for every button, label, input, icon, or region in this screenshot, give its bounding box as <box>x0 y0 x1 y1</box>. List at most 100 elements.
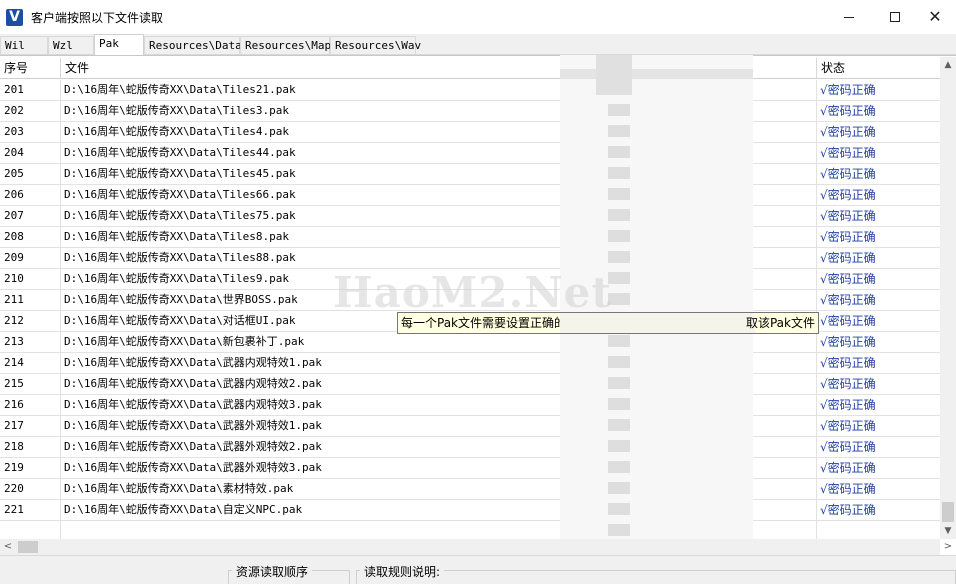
obscured-cell <box>608 230 630 242</box>
row-status: √密码正确 <box>820 209 876 223</box>
row-file-path: D:\16周年\蛇版传奇XX\Data\Tiles21.pak <box>64 83 296 96</box>
vertical-scroll-thumb[interactable] <box>942 502 954 522</box>
table-row[interactable]: 219 D:\16周年\蛇版传奇XX\Data\武器外观特效3.pak √密码正确 <box>0 458 940 479</box>
row-status: √密码正确 <box>820 398 876 412</box>
table-row[interactable]: 214 D:\16周年\蛇版传奇XX\Data\武器内观特效1.pak √密码正确 <box>0 353 940 374</box>
obscured-cell <box>608 209 630 221</box>
table-row[interactable]: 201 D:\16周年\蛇版传奇XX\Data\Tiles21.pak √密码正确 <box>0 80 940 101</box>
row-status: √密码正确 <box>820 314 876 328</box>
row-file-path: D:\16周年\蛇版传奇XX\Data\武器外观特效2.pak <box>64 440 322 453</box>
vertical-scrollbar[interactable]: ▲ ▼ <box>940 57 956 539</box>
minimize-icon <box>844 16 854 18</box>
tab-wil[interactable]: Wil <box>0 36 48 54</box>
row-file-path: D:\16周年\蛇版传奇XX\Data\自定义NPC.pak <box>64 503 303 516</box>
row-file-path: D:\16周年\蛇版传奇XX\Data\Tiles45.pak <box>64 167 296 180</box>
table-row[interactable]: 215 D:\16周年\蛇版传奇XX\Data\武器内观特效2.pak √密码正确 <box>0 374 940 395</box>
app-icon: V <box>6 8 23 26</box>
row-number: 217 <box>4 419 24 432</box>
row-file-path: D:\16周年\蛇版传奇XX\Data\Tiles9.pak <box>64 272 289 285</box>
table-row[interactable]: 217 D:\16周年\蛇版传奇XX\Data\武器外观特效1.pak √密码正确 <box>0 416 940 437</box>
table-row[interactable]: 207 D:\16周年\蛇版传奇XX\Data\Tiles75.pak √密码正确 <box>0 206 940 227</box>
obscured-cell <box>608 335 630 347</box>
close-button[interactable]: ✕ <box>912 0 956 34</box>
row-file-path: D:\16周年\蛇版传奇XX\Data\Tiles3.pak <box>64 104 289 117</box>
row-status: √密码正确 <box>820 440 876 454</box>
row-status: √密码正确 <box>820 272 876 286</box>
table-row[interactable]: 218 D:\16周年\蛇版传奇XX\Data\武器外观特效2.pak √密码正确 <box>0 437 940 458</box>
scroll-down-icon[interactable]: ▼ <box>940 523 956 539</box>
obscured-cell <box>608 524 630 536</box>
row-file-path: D:\16周年\蛇版传奇XX\Data\武器外观特效1.pak <box>64 419 322 432</box>
table-row[interactable]: 220 D:\16周年\蛇版传奇XX\Data\素材特效.pak √密码正确 <box>0 479 940 500</box>
table-row[interactable]: 211 D:\16周年\蛇版传奇XX\Data\世界BOSS.pak √密码正确 <box>0 290 940 311</box>
obscured-block <box>596 55 632 95</box>
row-status: √密码正确 <box>820 461 876 475</box>
file-grid[interactable]: 序号 文件 状态 201 D:\16周年\蛇版传奇XX\Data\Tiles21.… <box>0 55 956 556</box>
row-status: √密码正确 <box>820 377 876 391</box>
row-status: √密码正确 <box>820 419 876 433</box>
tab-resources-data[interactable]: Resources\Data <box>144 36 242 54</box>
row-file-path: D:\16周年\蛇版传奇XX\Data\Tiles4.pak <box>64 125 289 138</box>
table-row[interactable]: 206 D:\16周年\蛇版传奇XX\Data\Tiles66.pak √密码正确 <box>0 185 940 206</box>
tab-pak[interactable]: Pak <box>94 34 144 55</box>
minimize-button[interactable] <box>826 0 872 34</box>
tab-wzl[interactable]: Wzl <box>48 36 94 54</box>
row-number: 207 <box>4 209 24 222</box>
row-file-path: D:\16周年\蛇版传奇XX\Data\素材特效.pak <box>64 482 294 495</box>
table-row[interactable]: 216 D:\16周年\蛇版传奇XX\Data\武器内观特效3.pak √密码正确 <box>0 395 940 416</box>
row-file-path: D:\16周年\蛇版传奇XX\Data\Tiles8.pak <box>64 230 289 243</box>
row-number: 214 <box>4 356 24 369</box>
row-number: 215 <box>4 377 24 390</box>
horizontal-scrollbar[interactable]: < > <box>0 539 952 555</box>
row-status: √密码正确 <box>820 335 876 349</box>
row-status: √密码正确 <box>820 188 876 202</box>
table-row[interactable]: 208 D:\16周年\蛇版传奇XX\Data\Tiles8.pak √密码正确 <box>0 227 940 248</box>
obscured-cell <box>608 104 630 116</box>
table-row[interactable]: 203 D:\16周年\蛇版传奇XX\Data\Tiles4.pak √密码正确 <box>0 122 940 143</box>
obscured-cell <box>608 356 630 368</box>
scroll-up-icon[interactable]: ▲ <box>940 57 956 73</box>
close-icon: ✕ <box>928 7 942 26</box>
table-row[interactable]: 209 D:\16周年\蛇版传奇XX\Data\Tiles88.pak √密码正确 <box>0 248 940 269</box>
scroll-left-icon[interactable]: < <box>0 539 16 555</box>
maximize-icon <box>890 12 900 22</box>
row-number: 216 <box>4 398 24 411</box>
obscured-cell <box>608 125 630 137</box>
table-row[interactable]: 221 D:\16周年\蛇版传奇XX\Data\自定义NPC.pak √密码正确 <box>0 500 940 521</box>
row-file-path: D:\16周年\蛇版传奇XX\Data\武器内观特效3.pak <box>64 398 322 411</box>
tab-bar: Wil Wzl Pak Resources\Data Resources\Map… <box>0 34 956 55</box>
tab-resources-wav[interactable]: Resources\Wav <box>330 36 421 54</box>
column-header-status[interactable]: 状态 <box>817 58 940 79</box>
row-number: 218 <box>4 440 24 453</box>
row-number: 213 <box>4 335 24 348</box>
tab-resources-map[interactable]: Resources\Map <box>240 36 331 54</box>
obscured-cell <box>608 482 630 494</box>
row-status: √密码正确 <box>820 482 876 496</box>
row-status: √密码正确 <box>820 167 876 181</box>
row-number: 202 <box>4 104 24 117</box>
row-status: √密码正确 <box>820 83 876 97</box>
table-body: 201 D:\16周年\蛇版传奇XX\Data\Tiles21.pak √密码正确 2… <box>0 80 940 521</box>
window-title: 客户端按照以下文件读取 <box>31 10 164 25</box>
table-row[interactable]: 210 D:\16周年\蛇版传奇XX\Data\Tiles9.pak √密码正确 <box>0 269 940 290</box>
row-status: √密码正确 <box>820 125 876 139</box>
row-number: 219 <box>4 461 24 474</box>
obscured-region <box>560 55 753 542</box>
row-file-path: D:\16周年\蛇版传奇XX\Data\Tiles66.pak <box>64 188 296 201</box>
horizontal-scroll-thumb[interactable] <box>18 541 38 553</box>
column-header-no[interactable]: 序号 <box>0 58 60 79</box>
column-header-file[interactable]: 文件 <box>61 58 561 79</box>
row-number: 220 <box>4 482 24 495</box>
row-number: 211 <box>4 293 24 306</box>
table-row[interactable]: 205 D:\16周年\蛇版传奇XX\Data\Tiles45.pak √密码正确 <box>0 164 940 185</box>
table-row[interactable]: 213 D:\16周年\蛇版传奇XX\Data\新包裹补丁.pak √密码正确 <box>0 332 940 353</box>
rules-label: 读取规则说明: <box>360 563 445 580</box>
obscured-cell <box>608 440 630 452</box>
scroll-right-icon[interactable]: > <box>940 539 956 555</box>
table-row[interactable]: 202 D:\16周年\蛇版传奇XX\Data\Tiles3.pak √密码正确 <box>0 101 940 122</box>
table-row[interactable]: 204 D:\16周年\蛇版传奇XX\Data\Tiles44.pak √密码正确 <box>0 143 940 164</box>
row-number: 210 <box>4 272 24 285</box>
obscured-cell <box>608 503 630 515</box>
row-number: 205 <box>4 167 24 180</box>
obscured-cell <box>608 251 630 263</box>
